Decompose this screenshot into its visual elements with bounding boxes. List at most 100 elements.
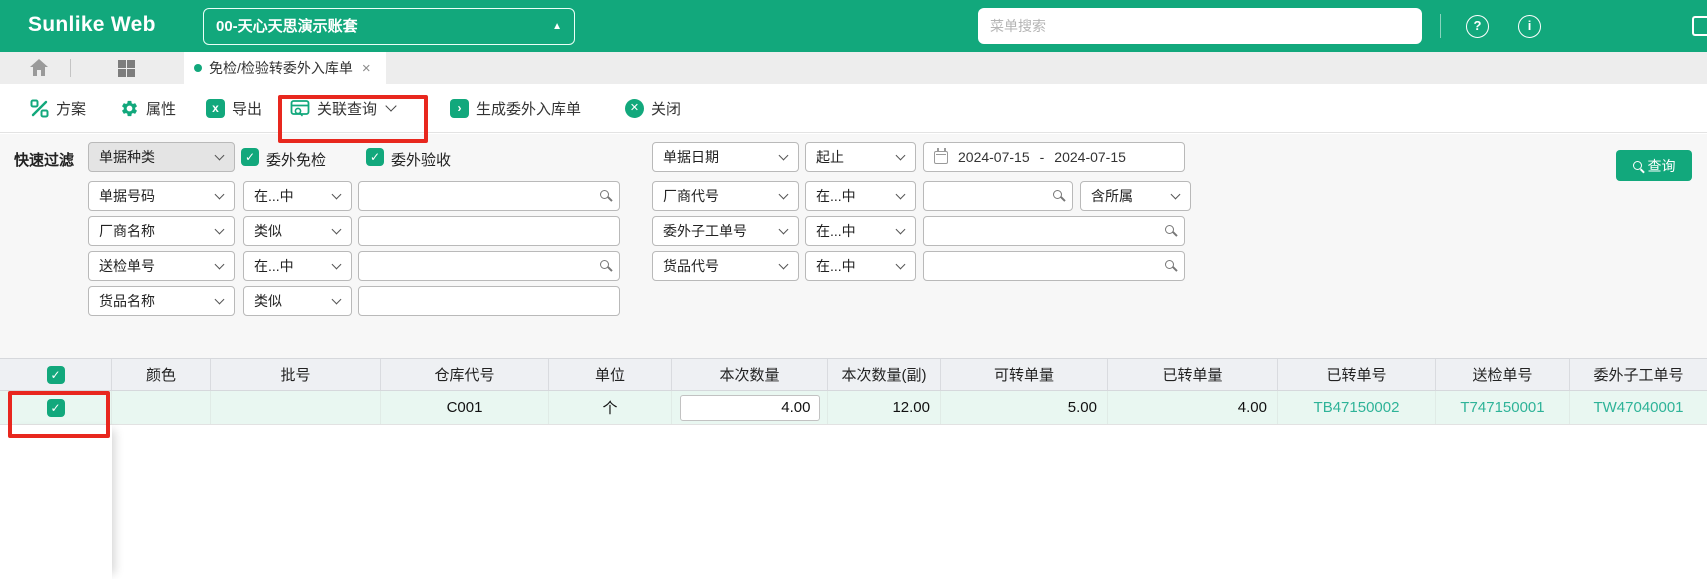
outsource-accept-checkbox[interactable]: ✓ — [366, 148, 384, 166]
quick-filter-label: 快速过滤 — [14, 152, 75, 169]
toolbar-linked-query-button[interactable]: 关联查询 — [290, 84, 397, 132]
query-button[interactable]: 查询 — [1616, 150, 1692, 181]
date-from[interactable]: 2024-07-15 — [958, 149, 1030, 165]
column-header[interactable]: 仓库代号 — [381, 359, 549, 390]
vendor-name-field-select[interactable]: 厂商名称 — [88, 216, 235, 246]
chevron-down-icon — [778, 224, 789, 235]
row-checkbox[interactable]: ✓ — [46, 398, 65, 417]
range-mode-select[interactable]: 起止 — [805, 142, 916, 172]
date-field-select[interactable]: 单据日期 — [652, 142, 799, 172]
column-header[interactable]: 单位 — [549, 359, 672, 390]
subwork-order-input[interactable] — [923, 216, 1185, 246]
chevron-down-icon — [214, 150, 225, 161]
tab-label: 免检/检验转委外入库单 — [209, 60, 353, 76]
chevron-down-icon — [214, 224, 225, 235]
select-value: 单据号码 — [99, 188, 155, 204]
item-code-op-select[interactable]: 在...中 — [805, 251, 916, 281]
menu-search-input[interactable] — [978, 8, 1422, 44]
generate-icon: › — [450, 98, 469, 118]
vendor-code-op-select[interactable]: 在...中 — [805, 181, 916, 211]
inspection-doc-op-select[interactable]: 在...中 — [243, 251, 352, 281]
qty-input[interactable] — [679, 394, 820, 421]
select-all-checkbox[interactable]: ✓ — [46, 365, 65, 384]
excel-export-icon: x — [206, 98, 225, 118]
account-select-value: 00-天心天思演示账套 — [216, 18, 358, 35]
chevron-down-icon — [895, 189, 906, 200]
app-logo: Sunlike Web — [28, 13, 156, 36]
chevron-down-icon — [214, 259, 225, 270]
home-icon[interactable] — [30, 59, 48, 81]
chevron-down-icon — [895, 150, 906, 161]
header-divider — [1440, 14, 1441, 38]
account-select[interactable]: 00-天心天思演示账套 ▲ — [203, 8, 575, 45]
select-value: 厂商名称 — [99, 223, 155, 239]
column-header[interactable]: 批号 — [211, 359, 381, 390]
row-select-cell: ✓ — [0, 391, 112, 424]
inspection-doc-field-select[interactable]: 送检单号 — [88, 251, 235, 281]
tab-close-icon[interactable]: × — [360, 60, 371, 77]
chevron-down-icon — [331, 189, 342, 200]
scope-select[interactable]: 含所属 — [1080, 181, 1191, 211]
doc-number-input[interactable] — [358, 181, 620, 211]
info-icon[interactable]: i — [1518, 15, 1541, 38]
fullscreen-icon[interactable] — [1692, 16, 1707, 36]
item-name-field-select[interactable]: 货品名称 — [88, 286, 235, 316]
column-header[interactable]: 颜色 — [112, 359, 211, 390]
chevron-down-icon — [778, 189, 789, 200]
vendor-code-input[interactable] — [923, 181, 1073, 211]
doc-number-op-select[interactable]: 在...中 — [243, 181, 352, 211]
apps-grid-icon[interactable] — [118, 60, 135, 77]
select-value: 厂商代号 — [663, 188, 719, 204]
toolbar-item-label: 关联查询 — [317, 100, 378, 118]
search-icon — [1632, 161, 1642, 170]
date-to[interactable]: 2024-07-15 — [1054, 149, 1126, 165]
table-row[interactable]: ✓ C001 个 12.00 5.00 4.00 TB47150002 T747… — [0, 391, 1707, 425]
select-value: 货品代号 — [663, 258, 719, 274]
subwork-order-op-select[interactable]: 在...中 — [805, 216, 916, 246]
select-value: 类似 — [254, 293, 282, 309]
toolbar-generate-button[interactable]: › 生成委外入库单 — [450, 84, 581, 132]
toolbar-close-button[interactable]: ✕ 关闭 — [625, 84, 681, 132]
tab-bar: 免检/检验转委外入库单 × — [0, 52, 1707, 84]
cell-inspection-doc-link[interactable]: T747150001 — [1436, 391, 1570, 424]
toolbar-plan-button[interactable]: 方案 — [30, 84, 86, 132]
outsource-exempt-checkbox[interactable]: ✓ — [241, 148, 259, 166]
item-name-input[interactable] — [358, 286, 620, 316]
subwork-order-field-select[interactable]: 委外子工单号 — [652, 216, 799, 246]
toolbar-properties-button[interactable]: 属性 — [120, 84, 176, 132]
search-icon — [1165, 225, 1174, 234]
gear-icon — [120, 99, 139, 118]
select-all-header-cell: ✓ — [0, 359, 112, 390]
doc-number-field-select[interactable]: 单据号码 — [88, 181, 235, 211]
top-header: Sunlike Web 00-天心天思演示账套 ▲ ? i — [0, 0, 1707, 52]
cell-qty — [672, 391, 828, 424]
linked-query-icon — [290, 99, 310, 118]
column-header[interactable]: 委外子工单号 — [1570, 359, 1707, 390]
column-header[interactable]: 本次数量 — [672, 359, 828, 390]
vendor-name-input[interactable] — [358, 216, 620, 246]
date-range-input[interactable]: 2024-07-15 - 2024-07-15 — [923, 142, 1185, 172]
column-header[interactable]: 本次数量(副) — [828, 359, 941, 390]
column-header[interactable]: 可转单量 — [941, 359, 1108, 390]
toolbar-export-button[interactable]: x 导出 — [206, 84, 262, 132]
item-code-field-select[interactable]: 货品代号 — [652, 251, 799, 281]
vendor-code-field-select[interactable]: 厂商代号 — [652, 181, 799, 211]
column-header[interactable]: 已转单量 — [1108, 359, 1278, 390]
cell-batch — [211, 391, 381, 424]
doc-kind-select[interactable]: 单据种类 — [88, 142, 235, 172]
search-icon — [1165, 260, 1174, 269]
help-icon[interactable]: ? — [1466, 15, 1489, 38]
select-value: 在...中 — [254, 258, 294, 274]
inspection-doc-input[interactable] — [358, 251, 620, 281]
column-header[interactable]: 送检单号 — [1436, 359, 1570, 390]
cell-subwork-order-link[interactable]: TW47040001 — [1570, 391, 1707, 424]
item-name-op-select[interactable]: 类似 — [243, 286, 352, 316]
close-circle-icon: ✕ — [625, 98, 644, 118]
tab-active[interactable]: 免检/检验转委外入库单 × — [184, 52, 386, 84]
select-value: 送检单号 — [99, 258, 155, 274]
cell-transfer-doc-link[interactable]: TB47150002 — [1278, 391, 1436, 424]
vendor-name-op-select[interactable]: 类似 — [243, 216, 352, 246]
item-code-input[interactable] — [923, 251, 1185, 281]
column-header[interactable]: 已转单号 — [1278, 359, 1436, 390]
cell-unit: 个 — [549, 391, 672, 424]
